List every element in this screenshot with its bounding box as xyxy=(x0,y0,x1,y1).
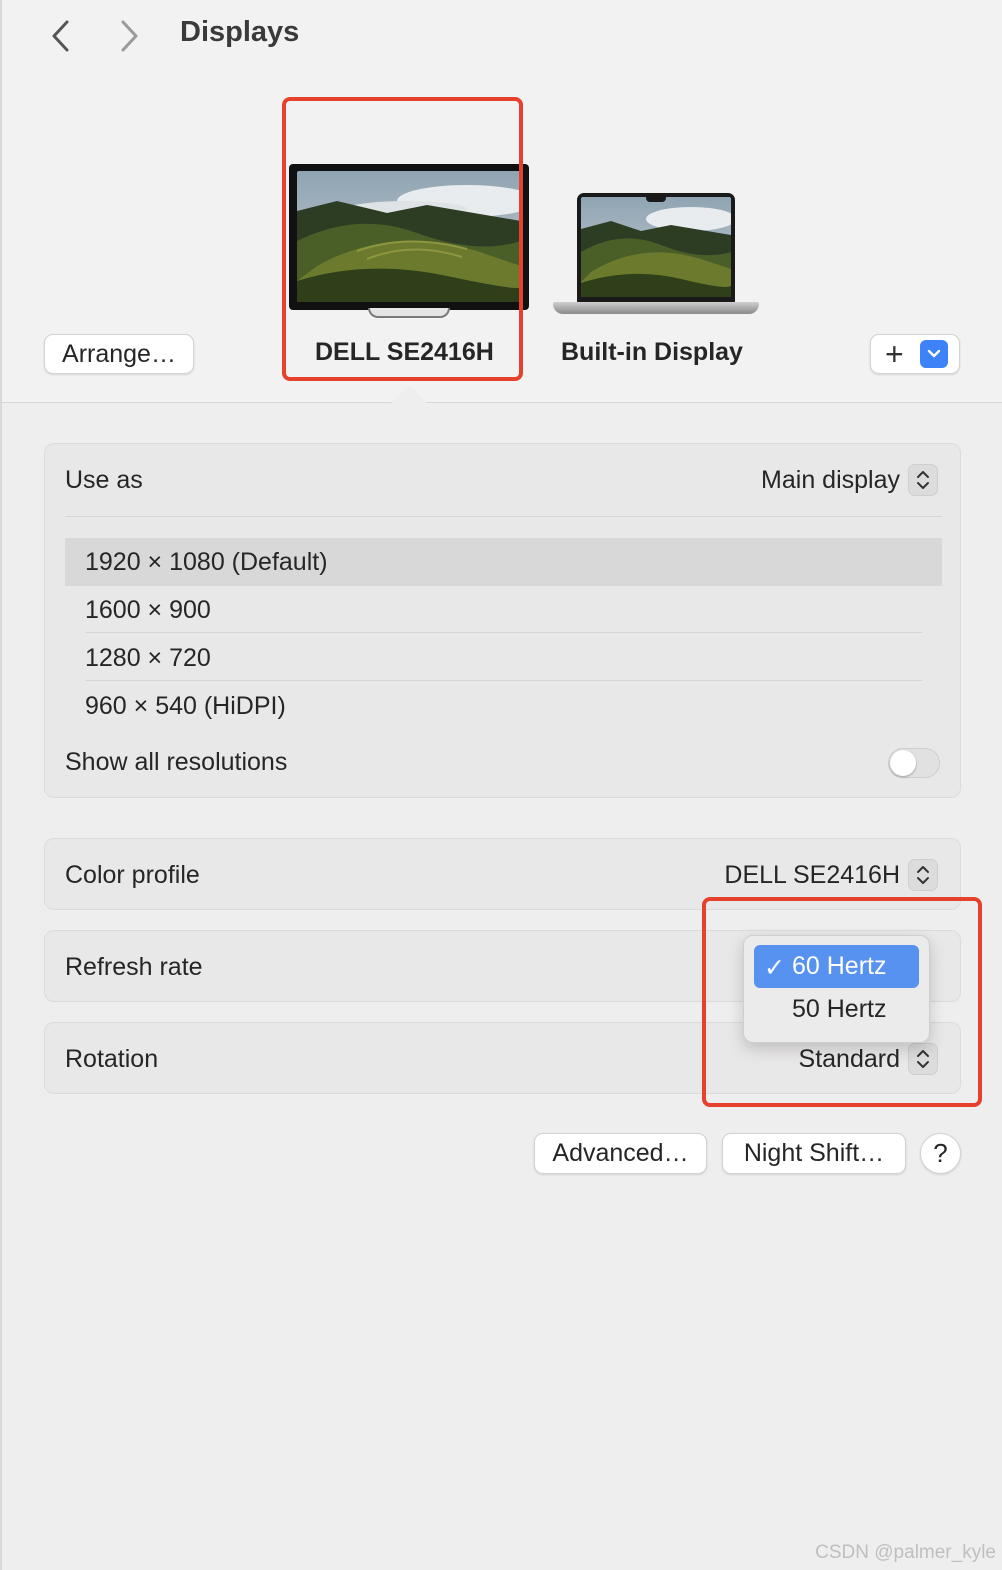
advanced-button[interactable]: Advanced… xyxy=(534,1133,707,1174)
chevron-left-icon xyxy=(52,20,69,52)
resolution-card: Use as Main display 1920 × 1080 (Default… xyxy=(44,443,961,798)
selection-pointer xyxy=(391,385,427,403)
annotation-box-refresh-rate xyxy=(702,897,982,1107)
plus-icon: + xyxy=(885,336,904,372)
refresh-rate-label: Refresh rate xyxy=(65,953,203,981)
use-as-label: Use as xyxy=(65,466,143,494)
chevron-right-icon xyxy=(121,20,138,52)
divider xyxy=(85,680,922,681)
show-all-resolutions-label: Show all resolutions xyxy=(65,748,288,776)
use-as-popup[interactable]: Main display xyxy=(761,464,938,496)
divider xyxy=(85,632,922,633)
watermark: CSDN @palmer_kyle xyxy=(815,1542,996,1563)
resolution-option[interactable]: 1280 × 720 xyxy=(65,634,942,682)
back-button[interactable] xyxy=(40,14,80,58)
up-down-stepper-icon xyxy=(908,859,938,891)
color-profile-label: Color profile xyxy=(65,861,200,889)
rotation-label: Rotation xyxy=(65,1045,159,1073)
wallpaper-image xyxy=(581,197,736,297)
display-label-builtin[interactable]: Built-in Display xyxy=(561,338,743,367)
show-all-resolutions-toggle[interactable] xyxy=(888,748,940,778)
color-profile-popup[interactable]: DELL SE2416H xyxy=(724,859,938,891)
color-profile-value: DELL SE2416H xyxy=(724,860,900,889)
laptop-notch xyxy=(646,196,666,202)
arrange-button[interactable]: Arrange… xyxy=(44,334,194,374)
night-shift-button[interactable]: Night Shift… xyxy=(722,1133,906,1174)
page-title: Displays xyxy=(180,16,300,48)
help-button[interactable]: ? xyxy=(920,1133,961,1174)
annotation-box-dell xyxy=(282,97,523,381)
resolution-option[interactable]: 1600 × 900 xyxy=(65,586,942,634)
use-as-value: Main display xyxy=(761,465,900,494)
displays-window: Displays DELL SE2416H Built-in Display A… xyxy=(0,0,1002,1570)
chevron-down-icon xyxy=(919,340,948,368)
resolution-option[interactable]: 1920 × 1080 (Default) xyxy=(65,538,942,586)
divider xyxy=(65,516,942,517)
resolution-option[interactable]: 960 × 540 (HiDPI) xyxy=(65,682,942,730)
laptop-base xyxy=(553,302,759,314)
laptop-icon xyxy=(577,193,736,303)
add-display-popup-button[interactable]: + xyxy=(870,334,960,374)
forward-button[interactable] xyxy=(110,14,150,58)
toggle-knob xyxy=(890,750,916,776)
up-down-stepper-icon xyxy=(908,464,938,496)
